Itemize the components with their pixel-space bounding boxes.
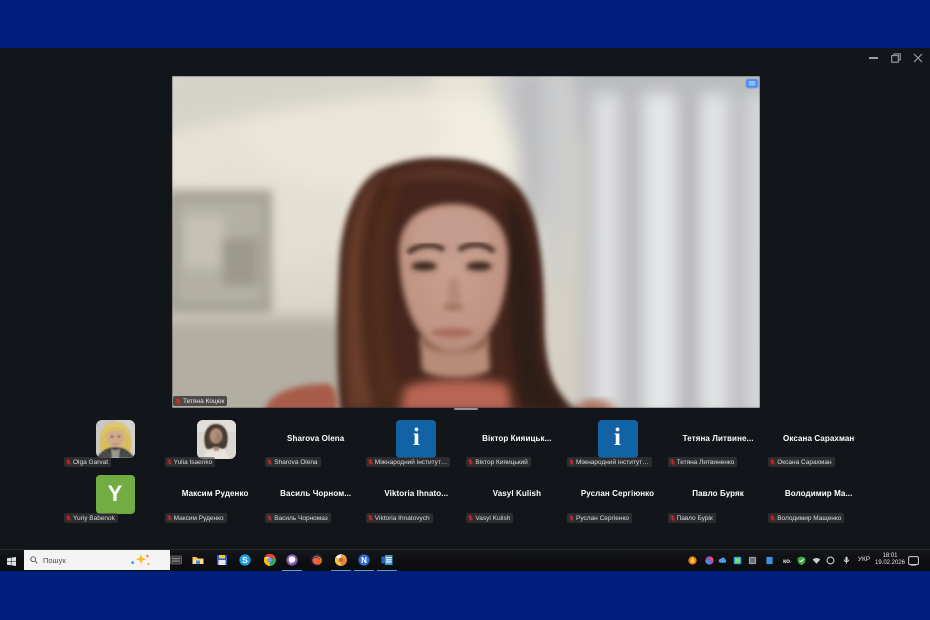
svg-text:N: N	[361, 556, 367, 565]
svg-text:ко: ко	[783, 558, 790, 565]
svg-text:S: S	[242, 555, 248, 565]
